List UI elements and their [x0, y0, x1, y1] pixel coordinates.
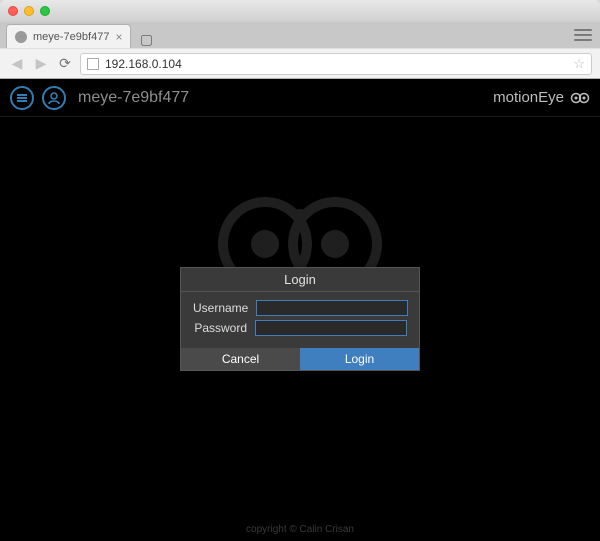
login-dialog: Login Username Password Cancel Login: [180, 267, 420, 371]
login-dialog-title: Login: [181, 268, 419, 292]
window-maximize-button[interactable]: [40, 6, 50, 16]
browser-menu-icon[interactable]: [574, 26, 592, 44]
brand-logo-icon: [570, 88, 590, 108]
browser-tab[interactable]: meye-7e9bf477 ×: [6, 24, 131, 48]
password-label: Password: [193, 321, 247, 335]
username-row: Username: [193, 300, 407, 316]
back-button[interactable]: ◀: [8, 55, 26, 73]
new-tab-button[interactable]: ▢: [135, 30, 157, 48]
password-row: Password: [193, 320, 407, 336]
app-header: meye-7e9bf477 motionEye: [0, 79, 600, 117]
password-input[interactable]: [255, 320, 407, 336]
menu-icon[interactable]: [10, 86, 34, 110]
app-viewport: meye-7e9bf477 motionEye Login Username P: [0, 79, 600, 541]
tab-close-button[interactable]: ×: [115, 30, 122, 44]
forward-button[interactable]: ▶: [32, 55, 50, 73]
username-label: Username: [193, 301, 248, 315]
window-close-button[interactable]: [8, 6, 18, 16]
bookmark-star-icon[interactable]: ☆: [573, 56, 585, 72]
login-button[interactable]: Login: [300, 348, 419, 370]
favicon-icon: [15, 31, 27, 43]
username-input[interactable]: [256, 300, 408, 316]
brand-text: motionEye: [493, 89, 564, 106]
reload-button[interactable]: ⟳: [56, 55, 74, 73]
cancel-button[interactable]: Cancel: [181, 348, 300, 370]
login-dialog-body: Username Password: [181, 292, 419, 348]
user-icon[interactable]: [42, 86, 66, 110]
url-text: 192.168.0.104: [105, 57, 182, 71]
footer-text: copyright © Calin Crisan: [0, 524, 600, 535]
window-titlebar: [0, 0, 600, 22]
brand: motionEye: [493, 88, 590, 108]
browser-chrome: meye-7e9bf477 × ▢ ◀ ▶ ⟳ 192.168.0.104 ☆: [0, 0, 600, 79]
address-bar: ◀ ▶ ⟳ 192.168.0.104 ☆: [0, 48, 600, 78]
login-dialog-buttons: Cancel Login: [181, 348, 419, 370]
tab-title: meye-7e9bf477: [33, 31, 109, 43]
page-icon: [87, 58, 99, 70]
tab-bar: meye-7e9bf477 × ▢: [0, 22, 600, 48]
traffic-lights: [8, 6, 50, 16]
window-minimize-button[interactable]: [24, 6, 34, 16]
url-field-wrapper[interactable]: 192.168.0.104 ☆: [80, 53, 592, 75]
page-title: meye-7e9bf477: [78, 89, 189, 107]
